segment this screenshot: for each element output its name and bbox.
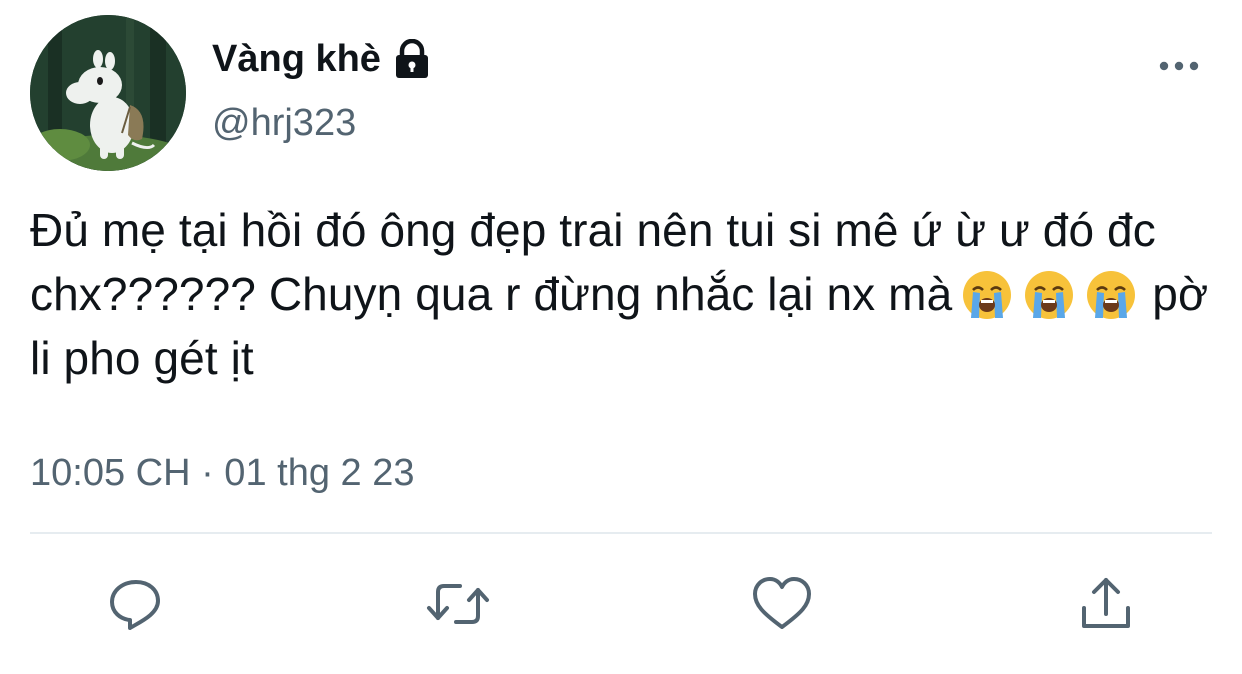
reply-icon [110,580,160,630]
emoji-group [960,268,1138,322]
display-name[interactable]: Vàng khè [212,36,433,82]
share-button[interactable] [1074,572,1138,636]
avatar[interactable] [30,15,186,171]
tweet-timestamp[interactable]: 10:05 CH · 01 thg 2 23 [30,450,414,496]
display-name-text[interactable]: Vàng khè [212,36,381,82]
share-icon [1082,578,1130,628]
user-handle[interactable]: @hrj323 [212,100,356,146]
tweet-card: Vàng khè @hrj323 Đủ mẹ tại hồi đó ông đẹ… [0,0,1242,674]
crying-face-emoji-icon [960,268,1014,322]
moomin-avatar-image [30,15,186,171]
retweet-button[interactable] [426,572,490,636]
like-heart-icon [753,577,811,629]
crying-face-emoji-icon [1084,268,1138,322]
lock-icon [391,38,433,79]
more-dots-icon[interactable] [1156,52,1202,80]
tweet-text: Đủ mẹ tại hồi đó ông đẹp trai nên tui si… [30,198,1215,390]
like-button[interactable] [750,572,814,636]
retweet-icon [427,584,489,624]
divider [30,532,1212,534]
reply-button[interactable] [104,572,168,636]
crying-face-emoji-icon [1022,268,1076,322]
